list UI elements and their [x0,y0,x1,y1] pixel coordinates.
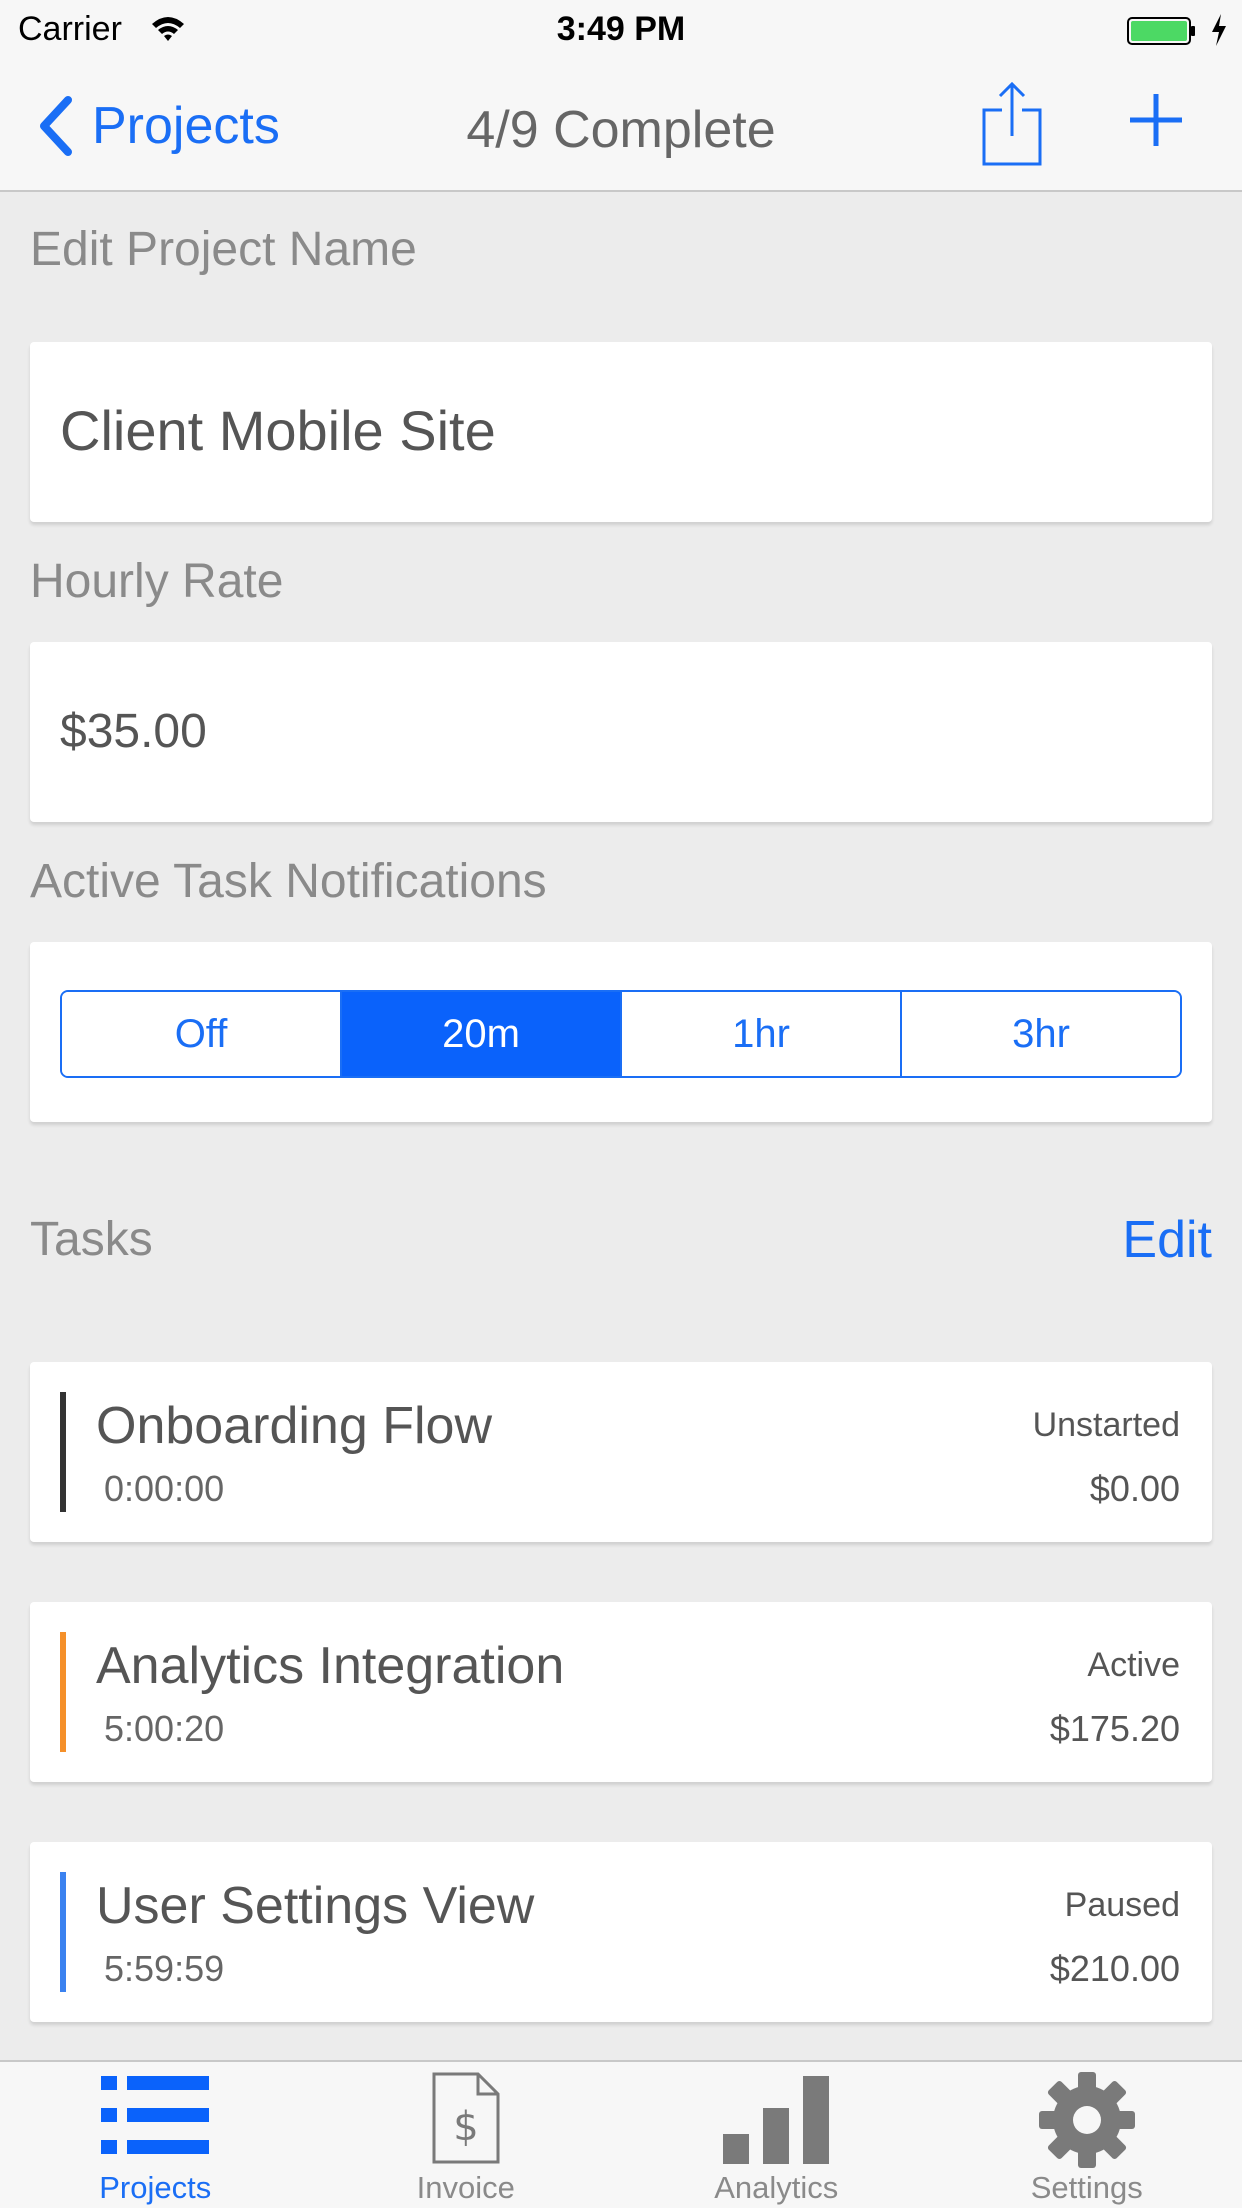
task-card[interactable]: Analytics Integration 5:00:20 Active $17… [30,1602,1212,1782]
tab-bar: Projects $ Invoice Analytics Settings [0,2060,1242,2208]
project-name-field[interactable]: Client Mobile Site [30,342,1212,522]
segment-20m[interactable]: 20m [342,992,622,1076]
tasks-edit-button[interactable]: Edit [1122,1210,1212,1270]
notifications-label: Active Task Notifications [30,855,547,908]
gear-icon [1038,2072,1135,2168]
hourly-rate-label: Hourly Rate [30,555,284,608]
add-icon[interactable] [1128,92,1184,148]
tab-analytics[interactable]: Analytics [621,2062,932,2208]
svg-text:$: $ [453,2104,478,2150]
tab-label: Settings [1030,2170,1143,2205]
charging-icon [1212,14,1226,46]
task-amount: $175.20 [1049,1708,1180,1749]
task-status: Unstarted [1032,1406,1180,1444]
task-name: Onboarding Flow [96,1397,492,1455]
tab-label: Invoice [416,2170,515,2205]
tasks-label: Tasks [30,1213,153,1266]
task-status: Paused [1064,1886,1180,1924]
navigation-bar: Projects 4/9 Complete [0,60,1242,192]
status-time: 3:49 PM [556,10,686,48]
task-amount: $210.00 [1049,1948,1180,1989]
notifications-card: Off 20m 1hr 3hr [30,942,1212,1122]
battery-icon [1127,17,1195,45]
status-bar: Carrier 3:49 PM [0,0,1242,60]
tab-label: Projects [99,2170,212,2205]
bar-chart-icon [723,2076,830,2164]
segment-off[interactable]: Off [62,992,342,1076]
tab-settings[interactable]: Settings [932,2062,1242,2208]
task-card[interactable]: User Settings View 5:59:59 Paused $210.0… [30,1842,1212,2022]
task-status-bar [60,1872,66,1992]
task-time: 0:00:00 [104,1468,225,1509]
segment-1hr[interactable]: 1hr [622,992,902,1076]
task-name: User Settings View [96,1877,535,1935]
task-status: Active [1087,1646,1180,1684]
task-status-bar [60,1392,66,1512]
hourly-rate-value: $35.00 [60,705,207,758]
segment-3hr[interactable]: 3hr [902,992,1180,1076]
invoice-icon: $ [432,2072,500,2164]
task-card[interactable]: Onboarding Flow 0:00:00 Unstarted $0.00 [30,1362,1212,1542]
project-name-value: Client Mobile Site [60,399,496,462]
page-title: 4/9 Complete [466,101,776,159]
tab-invoice[interactable]: $ Invoice [311,2062,622,2208]
notifications-segmented-control: Off 20m 1hr 3hr [60,990,1182,1078]
list-icon [101,2076,210,2154]
share-icon[interactable] [980,80,1044,168]
task-status-bar [60,1632,66,1752]
task-time: 5:00:20 [104,1708,225,1749]
task-amount: $0.00 [1089,1468,1180,1509]
tab-label: Analytics [714,2170,839,2205]
hourly-rate-field[interactable]: $35.00 [30,642,1212,822]
tab-projects[interactable]: Projects [0,2062,311,2208]
project-name-label: Edit Project Name [30,223,417,276]
task-time: 5:59:59 [104,1948,225,1989]
task-name: Analytics Integration [96,1637,565,1695]
